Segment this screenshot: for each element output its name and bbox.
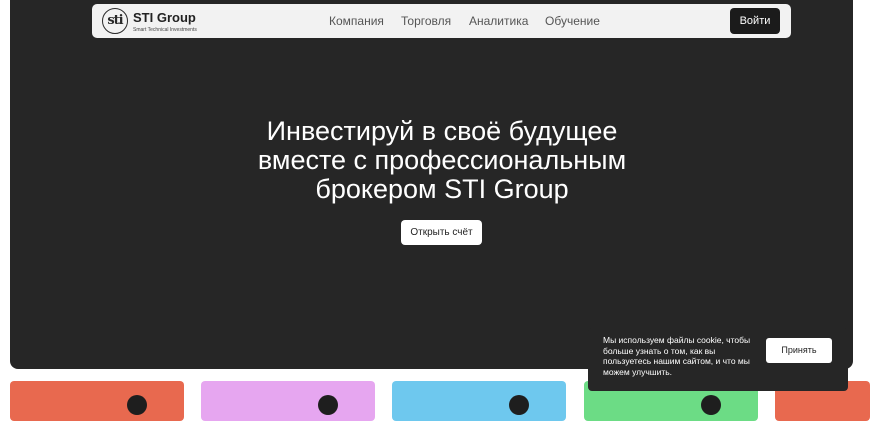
feature-card[interactable] (201, 381, 375, 421)
cookie-banner: Мы используем файлы cookie, чтобы больше… (588, 328, 848, 391)
cookie-text: Мы используем файлы cookie, чтобы больше… (603, 335, 751, 377)
hero-title-line: брокером STI Group (315, 174, 569, 204)
nav-item-company[interactable]: Компания (329, 14, 384, 28)
top-navbar: sti STI Group Smart Technical Investment… (92, 4, 791, 38)
hero-title-line: вместе с профессиональным (257, 145, 627, 175)
nav-item-education[interactable]: Обучение (545, 14, 600, 28)
feature-card[interactable] (392, 381, 566, 421)
login-button[interactable]: Войти (730, 8, 780, 34)
hero-section: sti STI Group Smart Technical Investment… (10, 0, 853, 369)
card-icon (127, 395, 147, 415)
logo-name: STI Group (133, 10, 196, 25)
logo[interactable]: sti STI Group Smart Technical Investment… (102, 8, 202, 36)
feature-card[interactable] (10, 381, 184, 421)
hero-title: Инвестируй в своё будущее вместе с профе… (242, 117, 642, 204)
card-icon (701, 395, 721, 415)
card-icon (318, 395, 338, 415)
card-icon (509, 395, 529, 415)
sti-logo-icon: sti (102, 8, 128, 34)
nav-item-analytics[interactable]: Аналитика (469, 14, 528, 28)
logo-tagline: Smart Technical Investments (133, 27, 197, 33)
cookie-accept-button[interactable]: Принять (766, 338, 832, 363)
hero-title-line: Инвестируй в своё будущее (266, 116, 618, 146)
nav-item-trading[interactable]: Торговля (401, 14, 451, 28)
open-account-button[interactable]: Открыть счёт (401, 220, 482, 245)
